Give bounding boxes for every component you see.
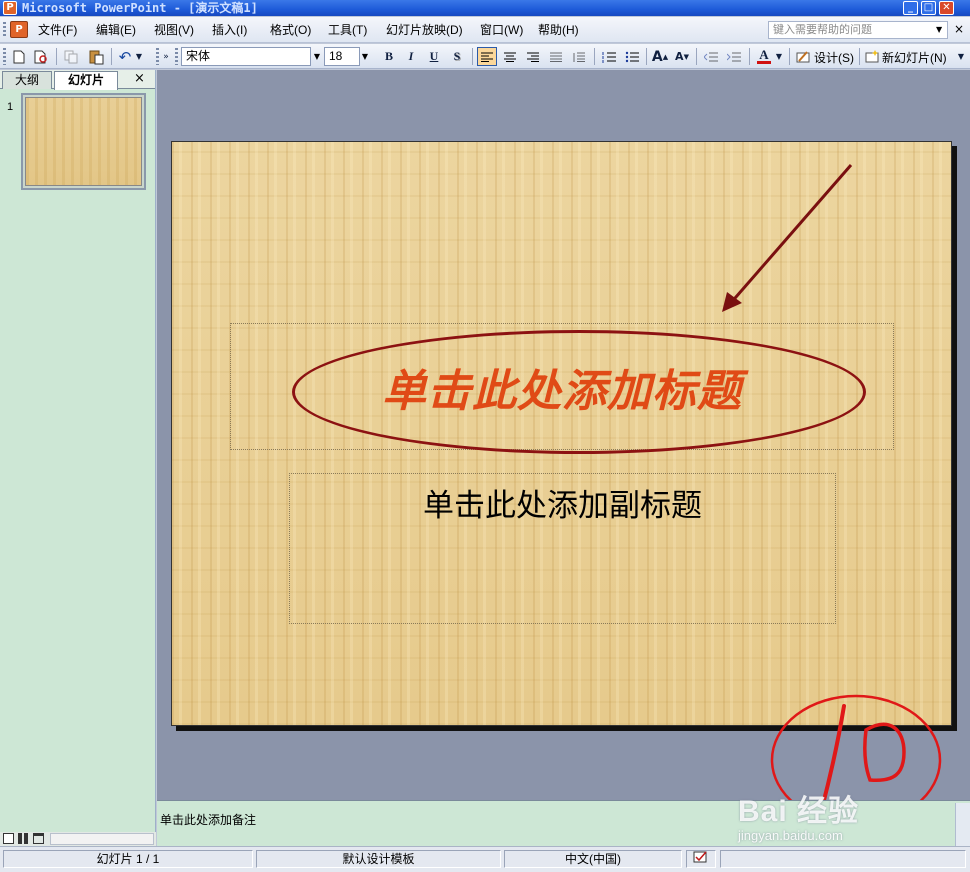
font-color-dropdown-icon[interactable]: ▼ <box>774 47 784 66</box>
decrease-font-size-icon[interactable]: A ▼ <box>673 47 691 66</box>
notes-scrollbar[interactable] <box>955 803 970 847</box>
notes-placeholder[interactable]: 单击此处添加备注 <box>160 811 256 828</box>
status-empty-panel <box>720 850 966 868</box>
distribute-button[interactable] <box>546 47 566 66</box>
bullets-button[interactable] <box>622 47 642 66</box>
tab-slides[interactable]: 幻灯片 <box>54 71 118 90</box>
menu-file[interactable]: 文件(F) <box>38 22 77 38</box>
copy-icon[interactable] <box>62 47 80 66</box>
align-left-button[interactable] <box>477 47 497 66</box>
undo-dropdown-icon[interactable]: ▼ <box>134 47 144 66</box>
toolbar-options-icon[interactable]: » <box>160 47 172 66</box>
maximize-button[interactable]: □ <box>921 1 936 15</box>
increase-indent-icon[interactable] <box>724 47 744 66</box>
font-size-dropdown-icon[interactable]: ▼ <box>359 47 371 66</box>
new-slide-icon[interactable] <box>864 47 880 66</box>
menu-bar: P 文件(F) 编辑(E) 视图(V) 插入(I) 格式(O) 工具(T) 幻灯… <box>0 17 970 43</box>
font-color-button[interactable]: A <box>754 47 774 66</box>
shadow-button[interactable]: S <box>448 47 466 66</box>
slide-thumbnail-number: 1 <box>7 101 14 113</box>
toolbar-overflow-icon[interactable]: ▼ <box>955 47 967 66</box>
design-button[interactable]: 设计(S) <box>814 49 854 66</box>
toolbar-separator <box>859 48 860 65</box>
menu-help[interactable]: 帮助(H) <box>538 22 579 38</box>
slide-thumbnail[interactable] <box>21 93 146 190</box>
font-name-select[interactable]: 宋体 <box>181 47 311 66</box>
toolbar-separator <box>594 48 595 65</box>
menu-format[interactable]: 格式(O) <box>270 22 311 38</box>
line-spacing-button[interactable] <box>569 47 589 66</box>
underline-button[interactable]: U <box>425 47 443 66</box>
toolbar-separator <box>789 48 790 65</box>
status-design-template: 默认设计模板 <box>256 850 501 868</box>
align-right-button[interactable] <box>523 47 543 66</box>
slide-sorter-view-icon[interactable] <box>18 833 29 844</box>
slideshow-view-icon[interactable] <box>33 833 44 844</box>
menu-view[interactable]: 视图(V) <box>154 22 194 38</box>
print-preview-icon[interactable] <box>32 47 50 66</box>
toolbar-separator <box>646 48 647 65</box>
design-icon[interactable] <box>795 47 811 66</box>
undo-icon[interactable]: ↶ <box>116 47 134 66</box>
menu-slideshow[interactable]: 幻灯片放映(D) <box>386 22 463 38</box>
toolbar-separator <box>56 48 57 65</box>
minimize-button[interactable]: _ <box>903 1 918 15</box>
pane-tabs: 大纲 幻灯片 × <box>0 70 155 90</box>
window-title: Microsoft PowerPoint - [演示文稿1] <box>22 1 258 15</box>
spelling-check-icon[interactable] <box>686 850 716 868</box>
font-size-select[interactable]: 18 <box>324 47 360 66</box>
close-pane-icon[interactable]: × <box>134 71 145 86</box>
document-icon[interactable]: P <box>10 21 28 38</box>
powerpoint-app-icon[interactable]: P <box>3 1 17 15</box>
watermark-main: Bai 经验 <box>738 795 860 828</box>
slides-pane: 大纲 幻灯片 × 1 <box>0 70 156 832</box>
toolbar-separator <box>749 48 750 65</box>
decrease-indent-icon[interactable] <box>701 47 721 66</box>
menubar-grip[interactable] <box>3 22 6 38</box>
numbering-button[interactable] <box>599 47 619 66</box>
close-document-button[interactable]: × <box>954 22 964 36</box>
paste-icon[interactable] <box>86 47 106 66</box>
toolbar-grip[interactable] <box>3 48 6 65</box>
italic-button[interactable]: I <box>402 47 420 66</box>
menu-insert[interactable]: 插入(I) <box>212 22 247 38</box>
horizontal-scrollbar[interactable] <box>50 833 154 845</box>
baidu-watermark: Bai 经验 jingyan.baidu.com <box>738 786 859 843</box>
title-bar: P Microsoft PowerPoint - [演示文稿1] _ □ ✕ <box>0 0 970 16</box>
watermark-url: jingyan.baidu.com <box>738 828 843 843</box>
toolbar-grip[interactable] <box>175 48 178 65</box>
new-slide-button[interactable]: 新幻灯片(N) <box>882 49 947 66</box>
formatting-toolbar: ↶ ▼ » 宋体 ▼ 18 ▼ B I U S A ▲ A ▼ A ▼ 设计(S… <box>0 44 970 69</box>
menu-tools[interactable]: 工具(T) <box>328 22 367 38</box>
new-document-icon[interactable] <box>10 47 28 66</box>
toolbar-separator <box>111 48 112 65</box>
toolbar-grip[interactable] <box>156 48 159 65</box>
help-dropdown-icon[interactable]: ▼ <box>936 25 942 34</box>
tab-outline[interactable]: 大纲 <box>2 71 52 89</box>
align-center-button[interactable] <box>500 47 520 66</box>
font-name-dropdown-icon[interactable]: ▼ <box>311 47 323 66</box>
menu-window[interactable]: 窗口(W) <box>480 22 523 38</box>
bold-button[interactable]: B <box>380 47 398 66</box>
toolbar-separator <box>472 48 473 65</box>
menu-edit[interactable]: 编辑(E) <box>96 22 136 38</box>
normal-view-icon[interactable] <box>3 833 14 844</box>
help-search-input[interactable]: 键入需要帮助的问题 <box>768 21 948 39</box>
increase-font-size-icon[interactable]: A ▲ <box>651 47 669 66</box>
toolbar-separator <box>696 48 697 65</box>
status-bar: 幻灯片 1 / 1 默认设计模板 中文(中国) <box>0 846 970 872</box>
status-slide-position: 幻灯片 1 / 1 <box>3 850 253 868</box>
slide-thumbnail-image <box>25 97 142 186</box>
status-language: 中文(中国) <box>504 850 682 868</box>
close-window-button[interactable]: ✕ <box>939 1 954 15</box>
